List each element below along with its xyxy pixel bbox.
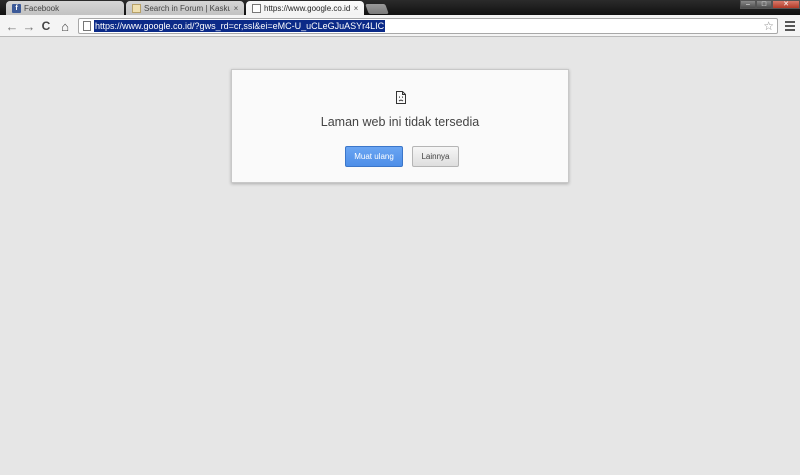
facebook-icon: f [12,3,21,13]
close-icon[interactable]: × [232,4,240,13]
home-button[interactable]: ⌂ [57,18,73,34]
kaskus-icon [132,3,141,13]
tab-title: Facebook [24,3,60,13]
minimize-button[interactable]: – [740,0,756,9]
sad-page-icon [396,91,406,104]
tab-strip: f Facebook Search in Forum | Kaskus - T … [0,0,800,15]
browser-toolbar: ← → C ⌂ https://www.google.co.id/?gws_rd… [0,15,800,37]
url-text[interactable]: https://www.google.co.id/?gws_rd=cr,ssl&… [94,20,386,32]
maximize-button[interactable]: □ [756,0,772,9]
window-controls: – □ ✕ [740,0,800,9]
reload-button[interactable]: C [38,18,54,34]
reload-page-button[interactable]: Muat ulang [345,146,403,167]
tab-kaskus[interactable]: Search in Forum | Kaskus - T × [126,1,244,15]
forward-button[interactable]: → [21,18,37,34]
bookmark-star-icon[interactable]: ☆ [763,19,774,33]
tab-title: https://www.google.co.id/?g [264,3,350,13]
close-icon[interactable]: × [352,4,360,13]
new-tab-button[interactable] [365,4,389,14]
menu-icon[interactable] [784,19,796,33]
tab-google[interactable]: https://www.google.co.id/?g × [246,1,364,15]
address-bar[interactable]: https://www.google.co.id/?gws_rd=cr,ssl&… [78,18,778,34]
page-icon [252,3,261,13]
tab-title: Search in Forum | Kaskus - T [144,3,230,13]
error-card: Laman web ini tidak tersedia Muat ulang … [231,69,569,183]
close-window-button[interactable]: ✕ [772,0,800,9]
back-button[interactable]: ← [4,18,20,34]
page-icon [83,21,91,31]
more-button[interactable]: Lainnya [412,146,459,167]
error-title: Laman web ini tidak tersedia [320,115,480,129]
tab-facebook[interactable]: f Facebook [6,1,124,15]
